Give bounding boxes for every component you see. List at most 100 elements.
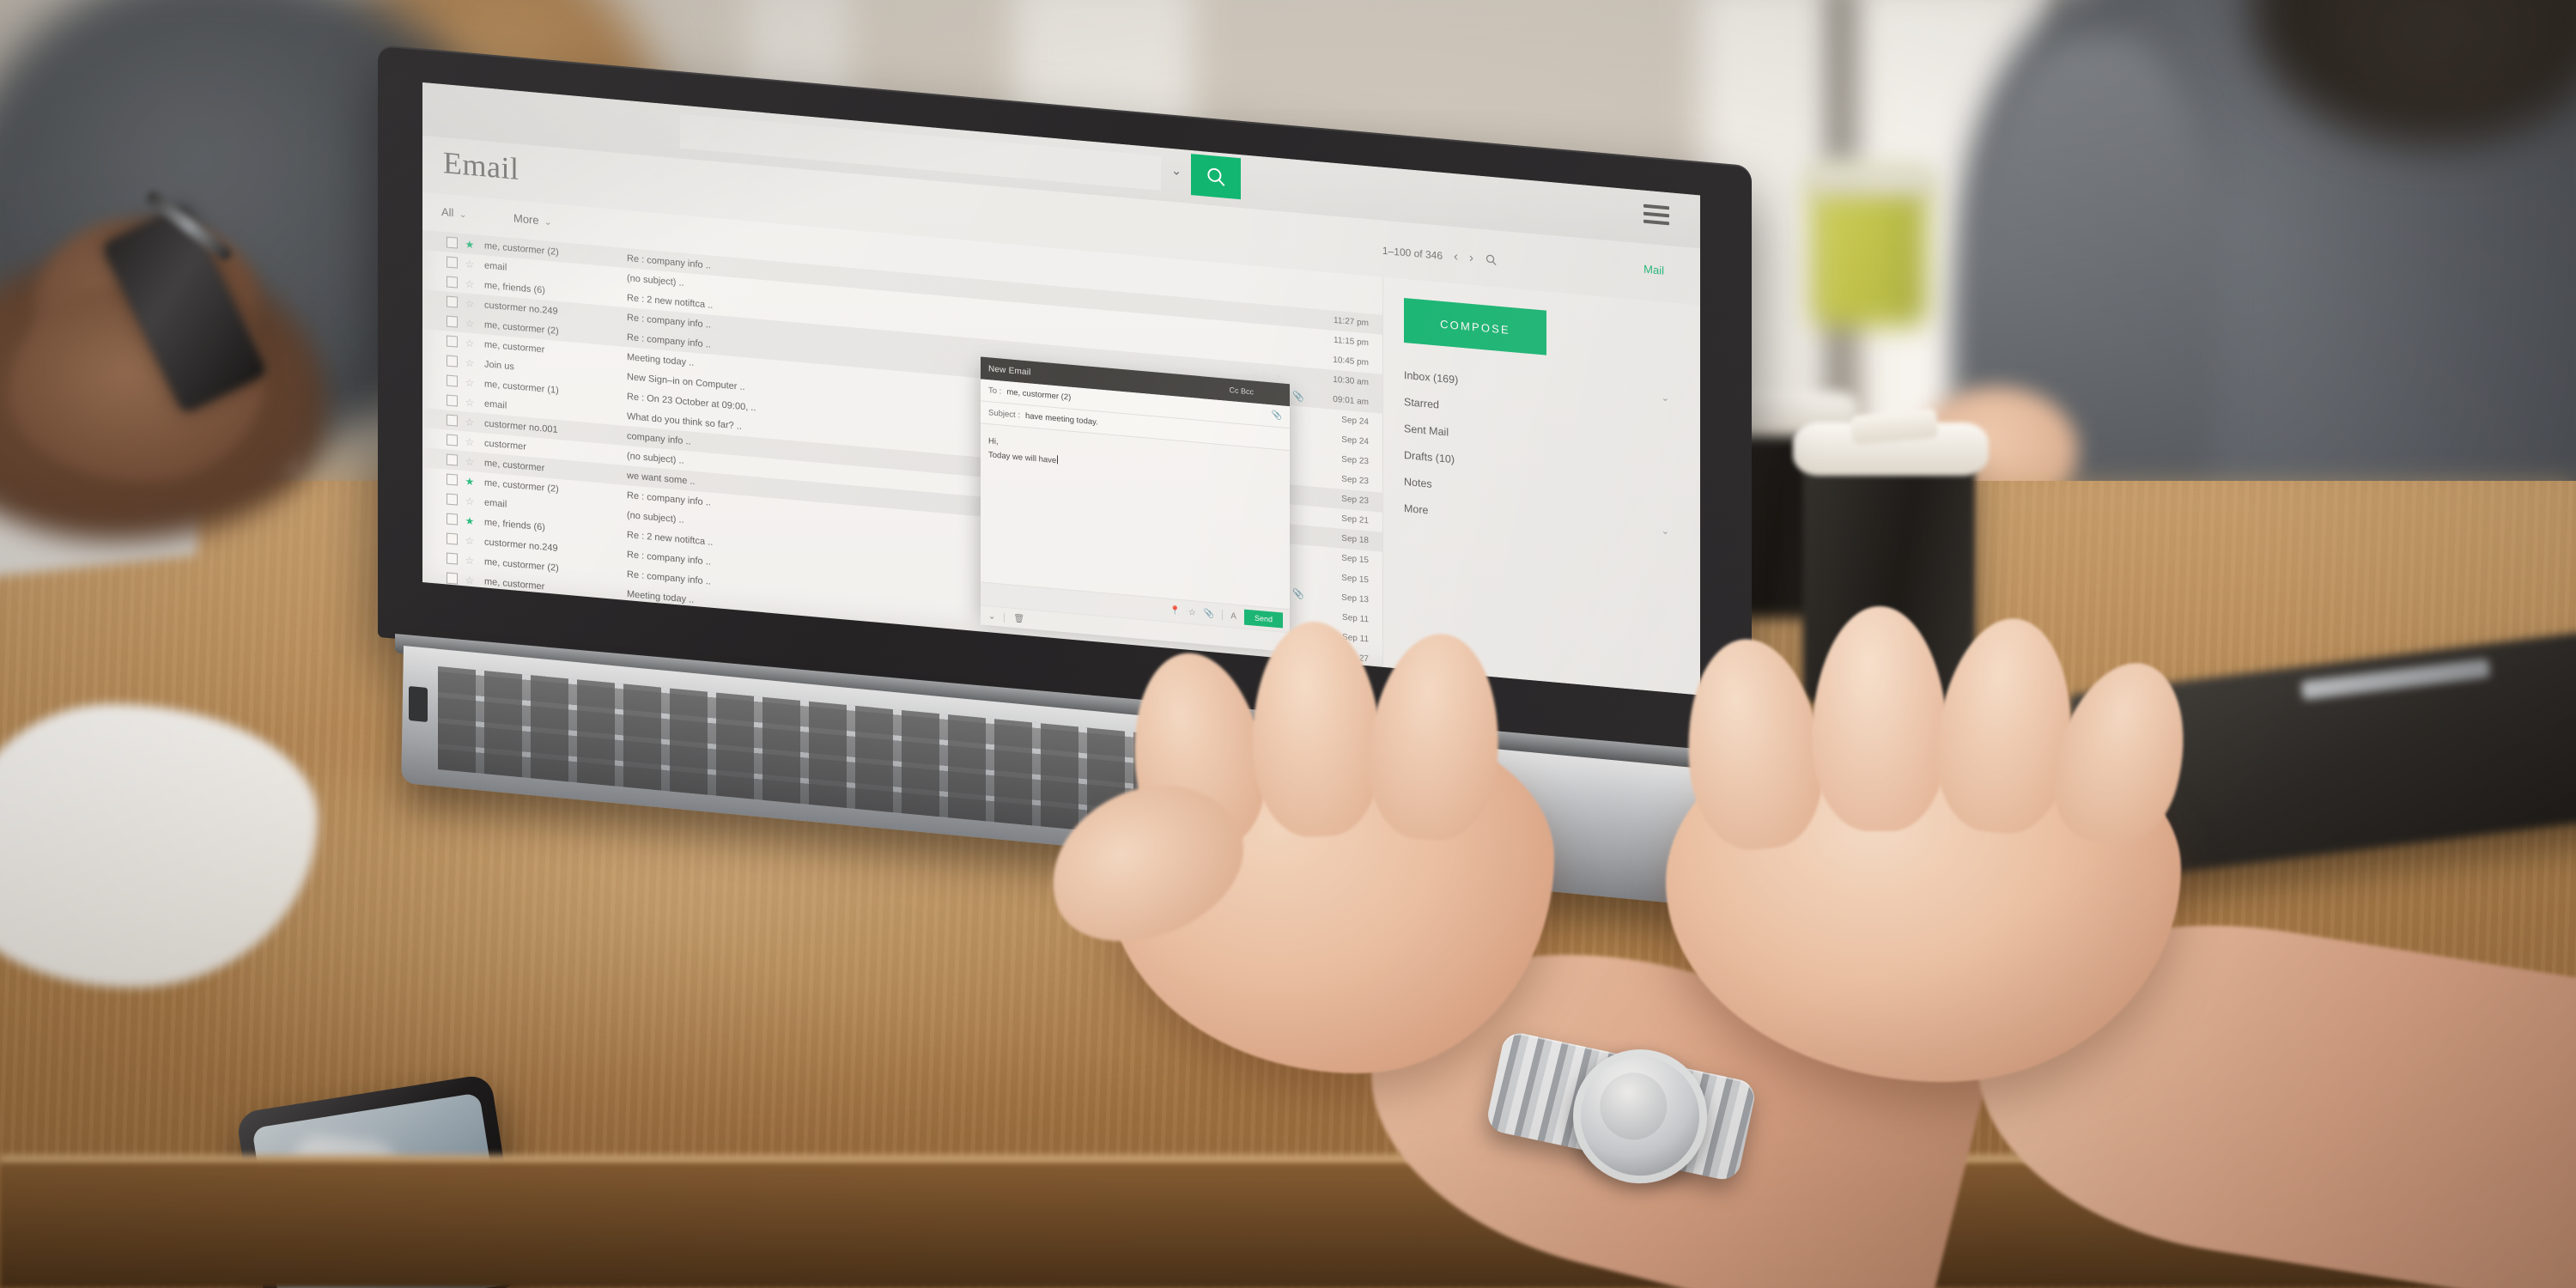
search-button[interactable] — [1191, 154, 1241, 200]
row-date: Sep 18 — [1341, 533, 1369, 546]
more-actions-label: More — [513, 211, 539, 227]
folder-list: Inbox (169) ⌄ Starred Sent Mail Drafts (10) N… — [1404, 361, 1692, 547]
star-icon[interactable]: ★ — [464, 475, 476, 488]
row-checkbox[interactable] — [447, 276, 458, 289]
search-icon[interactable] — [1485, 252, 1498, 266]
location-pin-icon[interactable]: 📍 — [1170, 605, 1180, 616]
row-checkbox[interactable] — [447, 394, 458, 407]
compose-button[interactable]: COMPOSE — [1404, 298, 1546, 355]
row-date: Sep 23 — [1341, 474, 1369, 487]
row-date: 11:27 pm — [1334, 315, 1369, 329]
filter-all-label: All — [441, 204, 454, 220]
paperclip-icon — [1291, 376, 1305, 377]
star-icon[interactable]: ☆ — [464, 574, 476, 586]
row-checkbox[interactable] — [447, 315, 458, 328]
star-icon[interactable]: ☆ — [464, 277, 476, 290]
row-date: Sep 21 — [1341, 513, 1369, 526]
row-checkbox[interactable] — [447, 473, 458, 486]
text-caret — [1057, 455, 1059, 465]
star-icon[interactable]: ☆ — [464, 534, 476, 547]
row-checkbox[interactable] — [447, 453, 458, 466]
row-date: 10:30 am — [1333, 374, 1369, 388]
chevron-down-icon[interactable]: ⌄ — [1170, 163, 1183, 179]
photo-scene: ⌄ Email 1–100 of 346 ‹ › Mail All ⌄ More… — [0, 0, 2576, 1288]
font-icon[interactable]: A — [1230, 611, 1236, 622]
laptop: ⌄ Email 1–100 of 346 ‹ › Mail All ⌄ More… — [373, 39, 1813, 916]
paperclip-icon: 📎 — [1292, 588, 1304, 600]
divider — [1004, 612, 1005, 623]
row-date: Sep 23 — [1341, 454, 1369, 467]
chevron-down-icon[interactable]: ⌄ — [988, 611, 995, 622]
filter-all-dropdown[interactable]: All ⌄ — [441, 205, 467, 221]
row-checkbox[interactable] — [447, 434, 458, 447]
star-icon[interactable]: ★ — [464, 238, 476, 251]
paperclip-icon — [1291, 554, 1305, 555]
sidebar-item-label: Inbox (169) — [1404, 368, 1459, 386]
to-value: me, custormer (2) — [1006, 387, 1072, 403]
row-checkbox[interactable] — [447, 532, 458, 545]
star-icon[interactable]: ☆ — [464, 376, 476, 389]
paperclip-icon — [1291, 475, 1305, 476]
row-checkbox[interactable] — [447, 493, 458, 506]
paperclip-icon — [1291, 534, 1305, 535]
subject-value: have meeting today. — [1024, 411, 1098, 428]
pagination: 1–100 of 346 ‹ › — [1382, 243, 1498, 268]
row-checkbox[interactable] — [447, 236, 458, 249]
row-date: 10:45 pm — [1333, 355, 1369, 368]
more-actions-dropdown[interactable]: More ⌄ — [513, 211, 552, 228]
sidebar-item-label: Sent Mail — [1404, 422, 1449, 439]
paperclip-icon — [1291, 435, 1305, 436]
row-date: Sep 24 — [1341, 415, 1369, 428]
chevron-down-icon: ⌄ — [544, 216, 552, 228]
next-page-button[interactable]: › — [1469, 251, 1473, 265]
cc-bcc-toggle[interactable]: Cc Bcc — [1229, 386, 1254, 397]
trash-icon[interactable]: 🗑 — [1013, 613, 1024, 623]
hamburger-icon[interactable] — [1643, 204, 1669, 226]
star-icon[interactable]: ☆ — [464, 297, 476, 310]
star-icon[interactable]: ☆ — [464, 356, 476, 369]
paperclip-icon[interactable]: 📎 — [1272, 410, 1282, 421]
compose-window[interactable]: New Email Cc Bcc – □ × To : me, custorme… — [981, 356, 1290, 653]
star-icon[interactable]: ☆ — [464, 258, 476, 270]
sidebar-item-label: Starred — [1404, 395, 1439, 411]
sidebar: COMPOSE Inbox (169) ⌄ Starred Sent Mail Draf… — [1382, 276, 1700, 696]
pagination-range: 1–100 of 346 — [1382, 244, 1443, 262]
prev-page-button[interactable]: ‹ — [1454, 249, 1458, 264]
star-icon[interactable]: ☆ — [464, 495, 476, 507]
chevron-down-icon[interactable]: ⌄ — [1662, 392, 1669, 404]
green-cup-lid — [1803, 161, 1937, 196]
paperclip-icon: 📎 — [1292, 391, 1304, 403]
send-button[interactable]: Send — [1243, 609, 1283, 629]
row-checkbox[interactable] — [447, 374, 458, 387]
star-icon[interactable]: ☆ — [464, 435, 476, 448]
row-checkbox[interactable] — [447, 335, 458, 348]
row-date: Sep 13 — [1341, 592, 1369, 605]
compose-body[interactable]: Hi, Today we will have — [981, 423, 1290, 610]
star-icon[interactable]: ★ — [464, 514, 476, 527]
star-icon[interactable]: ☆ — [464, 416, 476, 428]
star-icon[interactable]: ☆ — [464, 554, 476, 567]
chevron-down-icon[interactable]: ⌄ — [1662, 525, 1669, 537]
star-icon[interactable]: ☆ — [464, 317, 476, 330]
paperclip-icon[interactable]: 📎 — [1204, 609, 1214, 619]
row-checkbox[interactable] — [447, 572, 458, 585]
row-date: 09:01 am — [1333, 394, 1369, 408]
star-icon[interactable]: ☆ — [464, 337, 476, 349]
row-checkbox[interactable] — [447, 513, 458, 526]
page-title: Email — [443, 145, 519, 186]
star-icon[interactable]: ☆ — [1188, 607, 1196, 617]
row-date: Sep 15 — [1341, 573, 1369, 586]
search-icon — [1207, 167, 1225, 186]
star-icon[interactable]: ☆ — [464, 396, 476, 409]
watch-dial — [1594, 1066, 1674, 1146]
row-checkbox[interactable] — [447, 256, 458, 269]
row-checkbox[interactable] — [447, 552, 458, 565]
window-controls[interactable]: – □ × — [1251, 370, 1284, 382]
row-checkbox[interactable] — [447, 355, 458, 368]
row-checkbox[interactable] — [447, 414, 458, 427]
mail-link[interactable]: Mail — [1643, 263, 1664, 277]
star-icon[interactable]: ☆ — [464, 455, 476, 468]
paperclip-icon — [1291, 317, 1305, 318]
divider — [1222, 610, 1224, 621]
row-checkbox[interactable] — [447, 295, 458, 308]
